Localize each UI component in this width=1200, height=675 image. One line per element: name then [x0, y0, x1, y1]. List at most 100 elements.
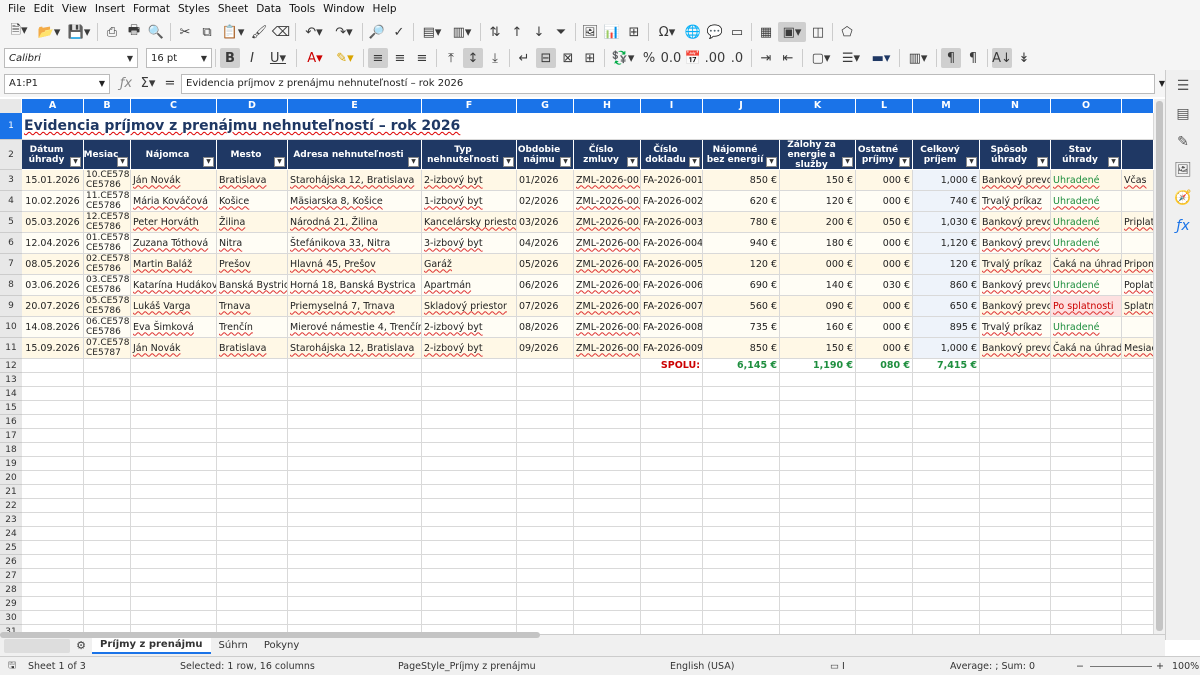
table-cell[interactable]: 12.04.2026 [22, 233, 84, 254]
table-cell[interactable]: Žilina [217, 212, 288, 233]
language[interactable]: English (USA) [670, 661, 734, 672]
row-header[interactable]: 21 [0, 485, 22, 499]
table-cell[interactable] [856, 471, 913, 485]
table-cell[interactable] [422, 387, 517, 401]
table-cell[interactable]: Trvalý príkaz [980, 191, 1051, 212]
table-cell[interactable] [1122, 429, 1154, 443]
table-cell[interactable]: 03.CE5786 CE5786 [84, 275, 131, 296]
sort-ascending-icon[interactable]: ↑ [507, 22, 527, 42]
table-cell[interactable] [1051, 583, 1122, 597]
table-cell[interactable]: 560 € [703, 296, 780, 317]
table-cell[interactable] [84, 443, 131, 457]
table-cell[interactable]: 690 € [703, 275, 780, 296]
table-cell[interactable] [780, 625, 856, 634]
column-header[interactable] [1122, 99, 1154, 113]
table-cell[interactable] [856, 583, 913, 597]
table-cell[interactable]: Uhradené [1051, 170, 1122, 191]
table-cell[interactable] [22, 471, 84, 485]
table-cell[interactable] [703, 499, 780, 513]
horizontal-scrollbar[interactable] [0, 632, 540, 638]
column-header[interactable]: O [1051, 99, 1122, 113]
table-cell[interactable]: Mesiac [1122, 338, 1154, 359]
spelling-icon[interactable]: ✓ [389, 22, 409, 42]
table-cell[interactable] [1051, 485, 1122, 499]
table-cell[interactable] [641, 429, 703, 443]
font-color-icon[interactable]: A▾ [301, 48, 329, 68]
font-name-combo[interactable]: Calibri ▼ [4, 48, 138, 68]
row-header[interactable]: 1 [0, 113, 22, 140]
table-cell[interactable]: Uhradené [1051, 233, 1122, 254]
table-cell[interactable] [422, 555, 517, 569]
table-cell[interactable] [913, 387, 980, 401]
table-cell[interactable]: ZML-2026-007 [574, 296, 641, 317]
table-cell[interactable] [780, 583, 856, 597]
table-cell[interactable]: 08.05.2026 [22, 254, 84, 275]
table-cell[interactable] [856, 401, 913, 415]
table-cell[interactable]: 180 € [780, 233, 856, 254]
table-cell[interactable] [574, 485, 641, 499]
table-cell[interactable] [84, 555, 131, 569]
table-cell[interactable] [22, 457, 84, 471]
table-cell[interactable] [84, 415, 131, 429]
table-cell[interactable] [980, 611, 1051, 625]
table-cell[interactable] [856, 597, 913, 611]
column-header[interactable]: I [641, 99, 703, 113]
table-cell[interactable] [856, 387, 913, 401]
table-cell[interactable]: Starohájska 12, Bratislava [288, 338, 422, 359]
table-cell[interactable] [517, 569, 574, 583]
row-header[interactable]: 26 [0, 555, 22, 569]
row-header[interactable]: 14 [0, 387, 22, 401]
table-cell[interactable] [84, 513, 131, 527]
table-cell[interactable] [422, 611, 517, 625]
table-cell[interactable] [856, 527, 913, 541]
table-cell[interactable]: 090 € [780, 296, 856, 317]
table-cell[interactable] [1051, 471, 1122, 485]
redo-icon[interactable]: ↷▾ [330, 22, 358, 42]
add-sheet-icon[interactable]: ⚙ [71, 636, 91, 656]
table-cell[interactable] [422, 583, 517, 597]
table-cell[interactable] [1122, 569, 1154, 583]
date-format-icon[interactable]: 📅 [683, 48, 703, 68]
column-icon[interactable]: ▥▾ [448, 22, 476, 42]
table-cell[interactable]: 850 € [703, 170, 780, 191]
table-cell[interactable]: Pripom [1122, 254, 1154, 275]
table-cell[interactable] [780, 429, 856, 443]
table-cell[interactable] [1122, 527, 1154, 541]
table-cell[interactable] [780, 499, 856, 513]
menu-data[interactable]: Data [252, 3, 285, 15]
table-cell[interactable]: Trvalý príkaz [980, 317, 1051, 338]
table-cell[interactable]: 780 € [703, 212, 780, 233]
menu-view[interactable]: View [58, 3, 91, 15]
table-cell[interactable]: Kancelársky priestor [422, 212, 517, 233]
increase-indent-icon[interactable]: ⇥ [756, 48, 776, 68]
table-cell[interactable]: 160 € [780, 317, 856, 338]
table-cell[interactable]: 04/2026 [517, 233, 574, 254]
table-cell[interactable] [84, 387, 131, 401]
table-cell[interactable] [288, 415, 422, 429]
autofilter-dropdown-icon[interactable]: ▼ [70, 157, 81, 167]
table-cell[interactable] [84, 485, 131, 499]
font-size-combo[interactable]: 16 pt ▼ [146, 48, 212, 68]
table-cell[interactable] [422, 415, 517, 429]
properties-icon[interactable]: ▤ [1173, 104, 1193, 124]
table-cell[interactable] [641, 611, 703, 625]
row-header[interactable]: 9 [0, 296, 22, 317]
table-cell[interactable]: Trenčín [217, 317, 288, 338]
table-cell[interactable] [131, 485, 217, 499]
table-cell[interactable] [980, 569, 1051, 583]
table-cell[interactable] [131, 373, 217, 387]
table-cell[interactable] [288, 457, 422, 471]
clear-formatting-icon[interactable]: ⌫ [271, 22, 291, 42]
table-cell[interactable] [131, 499, 217, 513]
table-cell[interactable] [1051, 555, 1122, 569]
table-cell[interactable] [574, 541, 641, 555]
table-cell[interactable] [1122, 191, 1154, 212]
table-cell[interactable] [22, 387, 84, 401]
table-cell[interactable]: Garáž [422, 254, 517, 275]
table-cell[interactable] [574, 457, 641, 471]
table-cell[interactable] [517, 387, 574, 401]
menu-edit[interactable]: Edit [30, 3, 58, 15]
table-cell[interactable]: 05.CE5786 CE5786 [84, 296, 131, 317]
table-cell[interactable]: FA-2026-001 [641, 170, 703, 191]
table-cell[interactable] [780, 471, 856, 485]
